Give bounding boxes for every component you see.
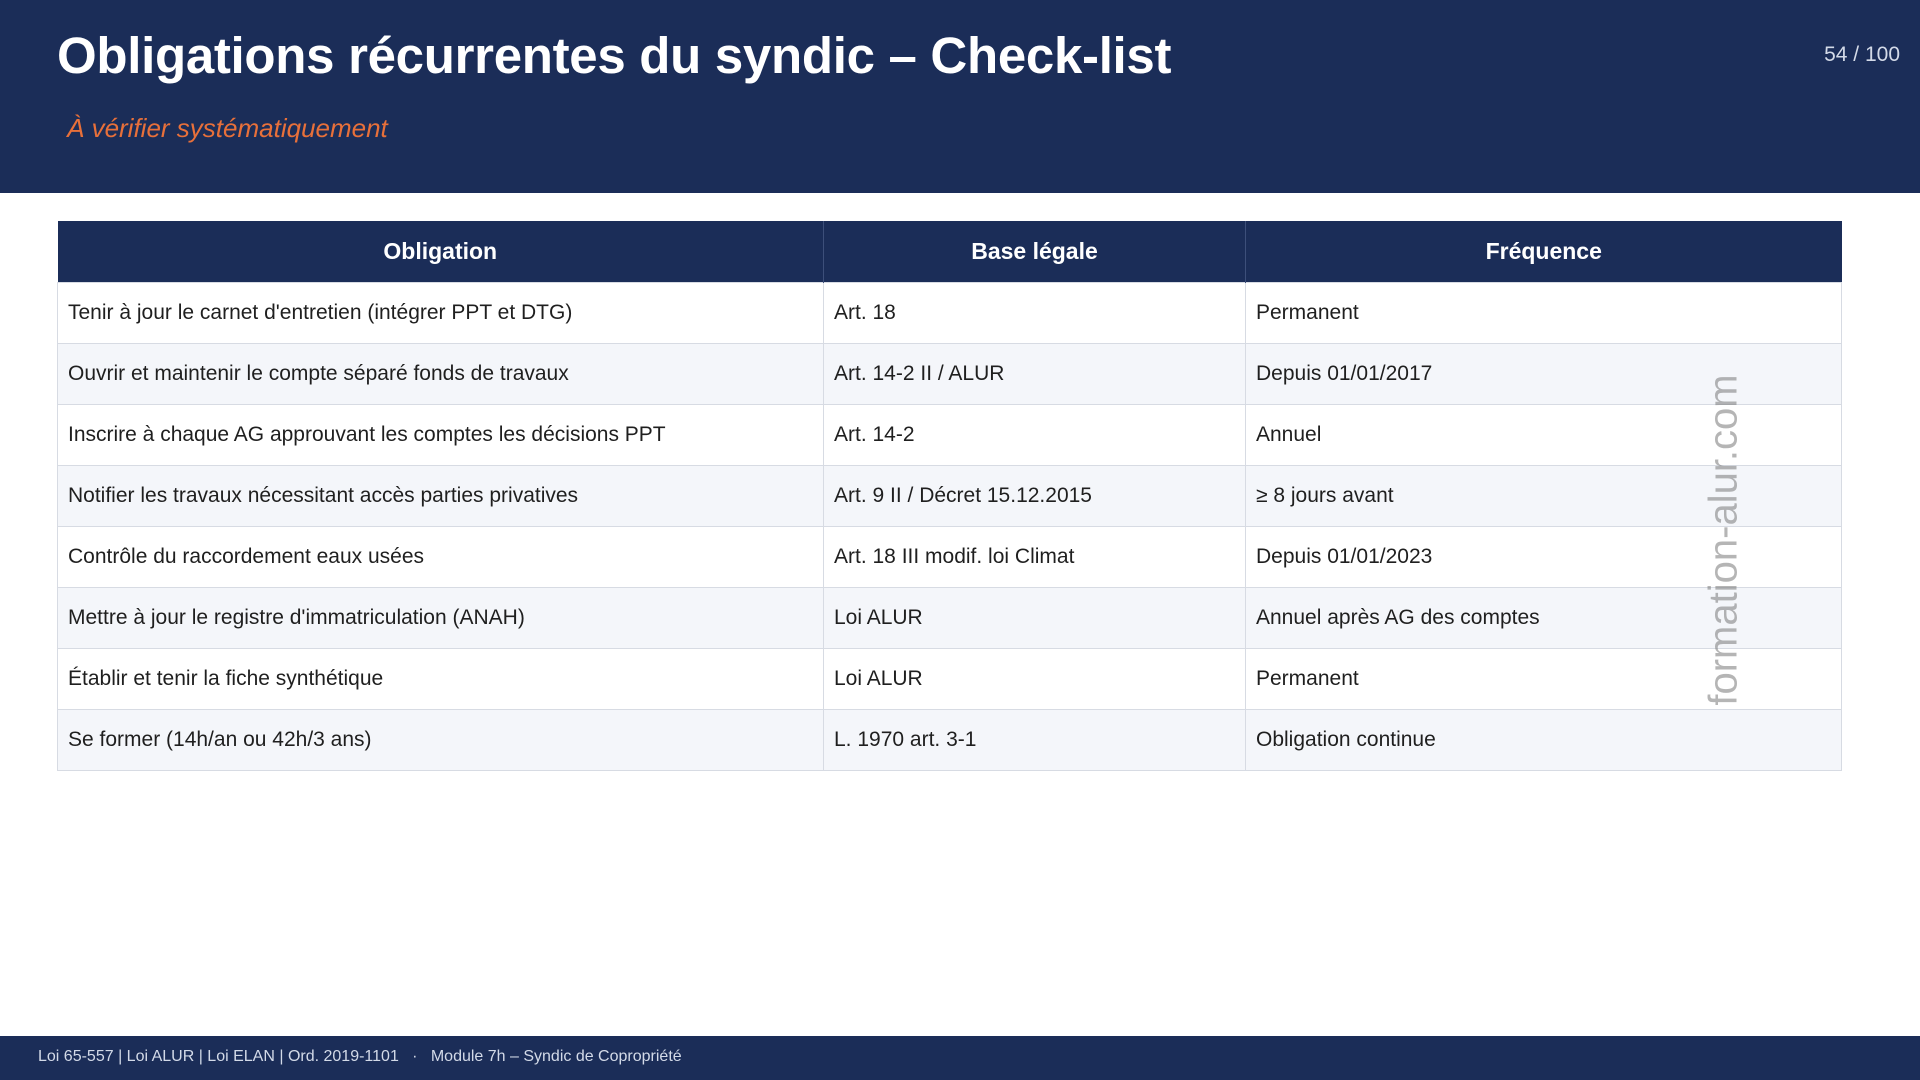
obligation-cell: Se former (14h/an ou 42h/3 ans) xyxy=(57,709,824,771)
base-legale-cell: Art. 9 II / Décret 15.12.2015 xyxy=(823,465,1246,527)
frequence-cell: Annuel après AG des comptes xyxy=(1245,587,1842,649)
frequence-cell: Obligation continue xyxy=(1245,709,1842,771)
table-row: Ouvrir et maintenir le compte séparé fon… xyxy=(57,343,1842,405)
frequence-cell: Annuel xyxy=(1245,404,1842,466)
base-legale-cell: Art. 18 xyxy=(823,282,1246,344)
page-title: Obligations récurrentes du syndic – Chec… xyxy=(57,27,1172,84)
checklist-table: Obligation Base légale Fréquence Tenir à… xyxy=(57,221,1842,771)
table-row: Inscrire à chaque AG approuvant les comp… xyxy=(57,404,1842,466)
page-number: 54 / 100 xyxy=(1824,43,1900,66)
table-row: Notifier les travaux nécessitant accès p… xyxy=(57,465,1842,527)
page-subtitle: À vérifier systématiquement xyxy=(67,113,388,143)
frequence-cell: Depuis 01/01/2023 xyxy=(1245,526,1842,588)
table-row: Tenir à jour le carnet d'entretien (inté… xyxy=(57,282,1842,344)
frequence-cell: Permanent xyxy=(1245,282,1842,344)
table-row: Se former (14h/an ou 42h/3 ans) L. 1970 … xyxy=(57,709,1842,771)
base-legale-cell: Loi ALUR xyxy=(823,587,1246,649)
column-header-frequence: Fréquence xyxy=(1245,221,1842,283)
base-legale-cell: Art. 14-2 II / ALUR xyxy=(823,343,1246,405)
obligation-cell: Établir et tenir la fiche synthétique xyxy=(57,648,824,710)
obligation-cell: Notifier les travaux nécessitant accès p… xyxy=(57,465,824,527)
table-header-row: Obligation Base légale Fréquence xyxy=(57,221,1842,283)
column-header-base-legale: Base légale xyxy=(823,221,1246,283)
base-legale-cell: Loi ALUR xyxy=(823,648,1246,710)
base-legale-cell: Art. 14-2 xyxy=(823,404,1246,466)
table-row: Contrôle du raccordement eaux usées Art.… xyxy=(57,526,1842,588)
frequence-cell: Depuis 01/01/2017 xyxy=(1245,343,1842,405)
obligation-cell: Inscrire à chaque AG approuvant les comp… xyxy=(57,404,824,466)
footer-bar: Loi 65-557 | Loi ALUR | Loi ELAN | Ord. … xyxy=(0,1036,1920,1080)
table-row: Mettre à jour le registre d'immatriculat… xyxy=(57,587,1842,649)
base-legale-cell: Art. 18 III modif. loi Climat xyxy=(823,526,1246,588)
column-header-obligation: Obligation xyxy=(57,221,824,283)
frequence-cell: Permanent xyxy=(1245,648,1842,710)
obligation-cell: Ouvrir et maintenir le compte séparé fon… xyxy=(57,343,824,405)
table-row: Établir et tenir la fiche synthétique Lo… xyxy=(57,648,1842,710)
obligation-cell: Mettre à jour le registre d'immatriculat… xyxy=(57,587,824,649)
frequence-cell: ≥ 8 jours avant xyxy=(1245,465,1842,527)
obligation-cell: Contrôle du raccordement eaux usées xyxy=(57,526,824,588)
header-bar: Obligations récurrentes du syndic – Chec… xyxy=(0,0,1920,193)
footer-text: Loi 65-557 | Loi ALUR | Loi ELAN | Ord. … xyxy=(38,1048,682,1065)
base-legale-cell: L. 1970 art. 3-1 xyxy=(823,709,1246,771)
obligation-cell: Tenir à jour le carnet d'entretien (inté… xyxy=(57,282,824,344)
